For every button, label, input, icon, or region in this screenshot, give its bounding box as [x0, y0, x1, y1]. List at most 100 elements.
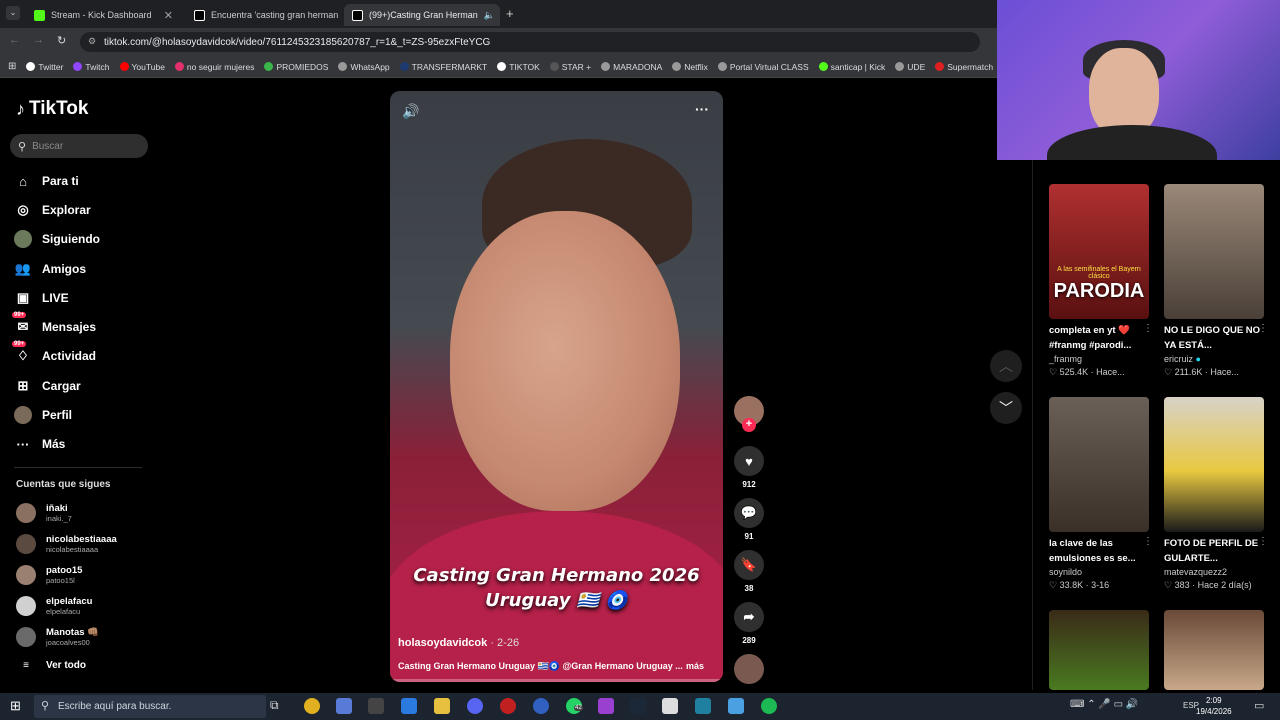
- recommended-video-card[interactable]: [1049, 610, 1159, 690]
- notification-badge: 99+: [12, 341, 27, 347]
- shield-icon[interactable]: [728, 698, 744, 714]
- copilot-icon[interactable]: [336, 698, 352, 714]
- tab-kick-dashboard[interactable]: Stream - Kick Dashboard ✕: [26, 4, 181, 26]
- bookmark-item[interactable]: STAR +: [549, 62, 591, 72]
- taskbar-clock[interactable]: 2:09 19/4/2026: [1196, 695, 1232, 717]
- webcam-overlay: [997, 0, 1280, 160]
- url-field[interactable]: ⚙ tiktok.com/@holasoydavidcok/video/7611…: [80, 32, 980, 52]
- bookmark-item[interactable]: UDE: [895, 62, 925, 72]
- video-person-face: [450, 211, 680, 511]
- back-icon[interactable]: ←: [9, 34, 20, 46]
- sound-disc-button[interactable]: [734, 654, 764, 688]
- avatar: [16, 503, 36, 523]
- nav-explorar[interactable]: ◎ Explorar: [14, 199, 90, 221]
- follow-plus-icon[interactable]: +: [742, 418, 756, 432]
- following-account[interactable]: Manotas 👊🏽 joacoalves00: [16, 627, 99, 647]
- bookmark-item[interactable]: TRANSFERMARKT: [399, 62, 487, 72]
- nav-siguiendo[interactable]: Siguiendo: [14, 228, 100, 250]
- tab-tiktok-search[interactable]: Encuentra 'casting gran herman ✕: [186, 4, 341, 26]
- bookmark-item[interactable]: no seguir mujeres: [174, 62, 254, 72]
- app-icon[interactable]: [533, 698, 549, 714]
- tiktok-icon: [352, 9, 363, 21]
- taskbar-search-placeholder: Escribe aquí para buscar.: [58, 701, 172, 712]
- card-more-icon[interactable]: ⋮: [1258, 323, 1268, 334]
- tab-search-button[interactable]: ⌄: [6, 6, 20, 20]
- app-icon[interactable]: [598, 698, 614, 714]
- see-all-link[interactable]: ≡ Ver todo: [16, 660, 86, 671]
- more-link[interactable]: más: [686, 661, 704, 671]
- bookmark-item[interactable]: WhatsApp: [338, 62, 390, 72]
- file-explorer-icon[interactable]: [434, 698, 450, 714]
- like-button[interactable]: ♥ 912: [734, 446, 764, 489]
- recommended-video-card[interactable]: FOTO DE PERFIL DE GULARTE... matevazquez…: [1164, 397, 1274, 591]
- share-button[interactable]: ➦ 289: [734, 602, 764, 645]
- bookmark-item[interactable]: PROMIEDOS: [264, 62, 328, 72]
- obs-icon[interactable]: [500, 698, 516, 714]
- bookmark-item[interactable]: Twitch: [73, 62, 110, 72]
- following-account[interactable]: iñaki inaki._7: [16, 503, 72, 523]
- recommended-video-card[interactable]: [1164, 610, 1274, 690]
- creator-avatar-button[interactable]: +: [734, 396, 764, 432]
- new-tab-button[interactable]: +: [506, 6, 514, 21]
- edge-icon[interactable]: [401, 698, 417, 714]
- reload-icon[interactable]: ↻: [57, 34, 66, 47]
- video-author[interactable]: holasoydavidcok · 2-26: [398, 637, 519, 649]
- bookmark-item[interactable]: TIKTOK: [497, 62, 540, 72]
- video-thumbnail: [1164, 184, 1264, 319]
- bookmark-item[interactable]: Netflix: [672, 62, 708, 72]
- bookmark-item[interactable]: Portal Virtual CLASS: [717, 62, 809, 72]
- following-account[interactable]: elpelafacu elpelafacu: [16, 596, 92, 616]
- windows-start-icon[interactable]: ⊞: [10, 698, 21, 714]
- save-button[interactable]: 🔖 38: [734, 550, 764, 593]
- recommended-video-card[interactable]: NO LE DIGO QUE NO YA ESTÁ... ericruiz ● …: [1164, 184, 1274, 378]
- bookmark-item[interactable]: santicap | Kick: [818, 62, 885, 72]
- chrome-icon[interactable]: [304, 698, 320, 714]
- previous-video-button[interactable]: ︿: [990, 350, 1022, 382]
- volume-icon[interactable]: 🔊: [402, 103, 419, 120]
- nav-live[interactable]: ▣ LIVE: [14, 287, 69, 309]
- apps-grid-icon[interactable]: ⊞: [8, 61, 16, 72]
- capcut-icon[interactable]: [662, 698, 678, 714]
- card-more-icon[interactable]: ⋮: [1258, 536, 1268, 547]
- notification-center-icon[interactable]: ▭: [1254, 699, 1264, 712]
- steam-icon[interactable]: [630, 698, 646, 714]
- spotify-icon[interactable]: [761, 698, 777, 714]
- discord-icon[interactable]: [467, 698, 483, 714]
- comment-button[interactable]: 💬 91: [734, 498, 764, 541]
- bookmark-item[interactable]: Supermatch: [935, 62, 993, 72]
- whatsapp-icon[interactable]: 42: [566, 698, 583, 714]
- taskbar-search-input[interactable]: ⚲ Escribe aquí para buscar.: [34, 695, 266, 718]
- more-options-icon[interactable]: ···: [695, 101, 709, 117]
- recommended-video-card[interactable]: la clave de las emulsiones es se... soyn…: [1049, 397, 1159, 591]
- forward-icon[interactable]: →: [33, 34, 44, 46]
- next-video-button[interactable]: ﹀: [990, 392, 1022, 424]
- nav-mas[interactable]: ··· Más: [14, 433, 66, 455]
- nav-perfil[interactable]: Perfil: [14, 404, 72, 426]
- nav-amigos[interactable]: 👥 Amigos: [14, 258, 86, 280]
- bookmark-item[interactable]: Twitter: [26, 62, 63, 72]
- tiktok-logo[interactable]: ♪ TikTok: [16, 98, 88, 120]
- app-icon[interactable]: [695, 698, 711, 714]
- video-progress-bar[interactable]: [390, 679, 723, 682]
- recommended-video-card[interactable]: A las semifinales el Bayern clásico PARO…: [1049, 184, 1159, 378]
- video-date: · 2-26: [487, 637, 520, 649]
- bookmark-item[interactable]: YouTube: [119, 62, 165, 72]
- site-info-icon[interactable]: ⚙: [88, 36, 96, 47]
- nav-actividad[interactable]: ♢ 99+ Actividad: [12, 341, 96, 367]
- app-icon[interactable]: [368, 698, 384, 714]
- tab-tiktok-video[interactable]: (99+)Casting Gran Herman 🔈 ✕: [344, 4, 500, 26]
- video-player[interactable]: 🔊 ··· Casting Gran Hermano 2026 Uruguay …: [390, 91, 723, 682]
- nav-cargar[interactable]: ⊞ Cargar: [14, 375, 81, 397]
- task-view-icon[interactable]: ⧉: [270, 698, 286, 714]
- live-icon: ▣: [16, 290, 30, 305]
- card-more-icon[interactable]: ⋮: [1143, 536, 1153, 547]
- nav-mensajes[interactable]: ✉ 99+ Mensajes: [12, 312, 96, 338]
- nav-para-ti[interactable]: ⌂ Para ti: [14, 170, 79, 192]
- card-more-icon[interactable]: ⋮: [1143, 323, 1153, 334]
- tray-icons[interactable]: ⌨ ⌃ 🎤 ▭ 🔊: [1070, 699, 1138, 710]
- close-tab-icon[interactable]: ✕: [164, 9, 173, 22]
- search-input[interactable]: ⚲ Buscar: [10, 134, 148, 158]
- bookmark-item[interactable]: MARADONA: [601, 62, 662, 72]
- following-account[interactable]: nicolabestiaaaa nicolabestiaaaa: [16, 534, 117, 554]
- following-account[interactable]: patoo15 patoo15l: [16, 565, 82, 585]
